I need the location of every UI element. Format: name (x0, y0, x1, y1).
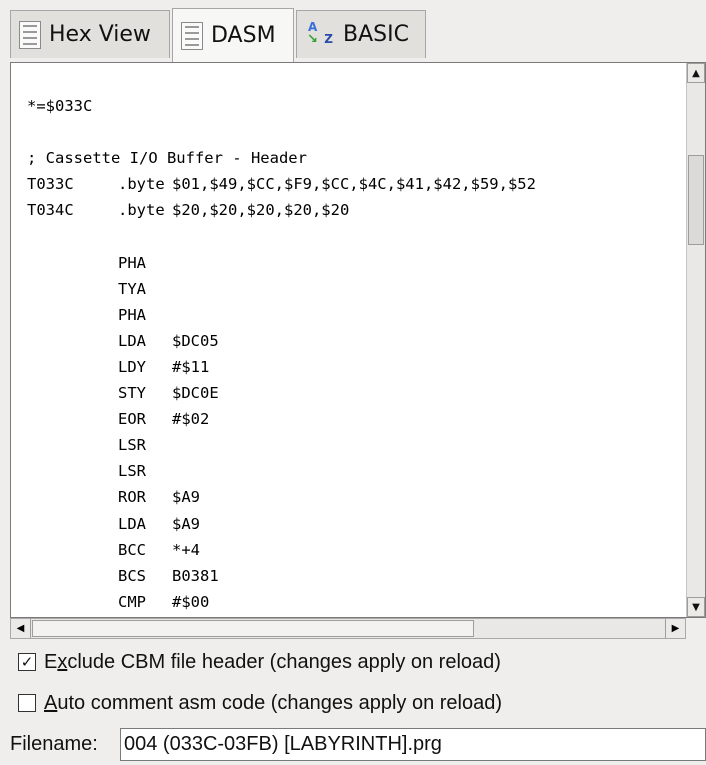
horizontal-scrollbar[interactable]: ◀ ▶ (10, 618, 686, 639)
code-instruction-line: STY $DC0E (27, 380, 687, 406)
code-operand: $DC05 (172, 331, 219, 350)
code-operand: $DC0E (172, 384, 219, 403)
code-instruction-line: PHA (27, 250, 687, 276)
code-mnemonic: CMP (118, 592, 146, 611)
auto-comment-label: Auto comment asm code (changes apply on … (44, 691, 503, 714)
code-mnemonic: LDA (118, 514, 146, 533)
scroll-up-button[interactable]: ▲ (687, 63, 705, 83)
scroll-right-button[interactable]: ▶ (665, 619, 685, 638)
code-instruction-line: LDA $A9 (27, 511, 687, 537)
horizontal-scroll-thumb[interactable] (32, 620, 474, 637)
auto-comment-checkbox-row[interactable]: Auto comment asm code (changes apply on … (18, 688, 502, 718)
code-instruction-line: BCC *+4 (27, 537, 687, 563)
exclude-header-checkbox[interactable]: ✓ (18, 653, 36, 671)
code-mnemonic: LDY (118, 357, 146, 376)
code-operand: #$02 (172, 410, 210, 429)
exclude-header-checkbox-row[interactable]: ✓ Exclude CBM file header (changes apply… (18, 647, 501, 677)
code-mnemonic: BCS (118, 566, 146, 585)
code-instruction-line: LDA $DC05 (27, 328, 687, 354)
code-operand: $A9 (172, 514, 200, 533)
code-label: T034C (27, 201, 74, 220)
code-mnemonic: BCC (118, 540, 146, 559)
code-comment-line: ; Cassette I/O Buffer - Header (27, 149, 307, 168)
code-instruction-line: CMP #$00 (27, 589, 687, 615)
tab-hex-view[interactable]: Hex View (10, 10, 170, 58)
code-instruction-line: EOR #$02 (27, 406, 687, 432)
code-data-line: T033C .byte $01,$49,$CC,$F9,$CC,$4C,$41,… (27, 171, 687, 197)
code-mnemonic: EOR (118, 410, 146, 429)
tab-basic[interactable]: A ↘ Z BASIC (296, 10, 426, 58)
document-icon (181, 21, 203, 50)
code-instruction-line: LDY #$11 (27, 354, 687, 380)
tab-label: Hex View (49, 22, 151, 47)
code-operand: $01,$49,$CC,$F9,$CC,$4C,$41,$42,$59,$52 (172, 175, 536, 194)
code-operand: *+4 (172, 540, 200, 559)
code-instruction-line: PHA (27, 302, 687, 328)
code-operand: $20,$20,$20,$20,$20 (172, 201, 350, 220)
code-mnemonic: PHA (118, 253, 146, 272)
tab-label: DASM (211, 23, 276, 48)
filename-field[interactable]: 004 (033C-03FB) [LABYRINTH].prg (120, 728, 706, 761)
auto-comment-checkbox[interactable] (18, 694, 36, 712)
code-label: T033C (27, 175, 74, 194)
code-mnemonic: LSR (118, 436, 146, 455)
dasm-window: Hex View DASM A ↘ Z BASIC *=$033C ; Casset… (0, 0, 706, 765)
tab-bar: Hex View DASM A ↘ Z BASIC (0, 0, 706, 62)
code-mnemonic: TYA (118, 279, 146, 298)
code-operand: B0381 (172, 566, 219, 585)
code-operand: $A9 (172, 488, 200, 507)
filename-row: Filename: 004 (033C-03FB) [LABYRINTH].pr… (10, 728, 706, 761)
code-instruction-line: ROR $A9 (27, 484, 687, 510)
code-mnemonic: STY (118, 384, 146, 403)
code-instruction-line: LSR (27, 432, 687, 458)
tab-dasm[interactable]: DASM (172, 8, 294, 62)
basic-az-icon: A ↘ Z (307, 19, 333, 47)
code-mnemonic: .byte (118, 175, 165, 194)
code-data-line: T034C .byte $20,$20,$20,$20,$20 (27, 197, 687, 223)
checkmark-icon: ✓ (20, 653, 34, 671)
disassembly-text-area[interactable]: *=$033C ; Cassette I/O Buffer - Header T… (10, 62, 706, 618)
code-mnemonic: .byte (118, 201, 165, 220)
code-mnemonic: LDA (118, 331, 146, 350)
code-mnemonic: ROR (118, 488, 146, 507)
vertical-scrollbar[interactable]: ▲ ▼ (686, 63, 705, 617)
scroll-left-button[interactable]: ◀ (11, 619, 31, 638)
code-operand: #$00 (172, 592, 210, 611)
arrow-up-icon: ▲ (692, 67, 700, 79)
code-mnemonic: LSR (118, 462, 146, 481)
document-icon (19, 20, 41, 49)
vertical-scroll-thumb[interactable] (688, 155, 704, 245)
code-instruction-line: BCS B0381 (27, 563, 687, 589)
disassembly-code: *=$033C ; Cassette I/O Buffer - Header T… (27, 93, 687, 617)
filename-label: Filename: (10, 733, 98, 755)
code-operand: #$11 (172, 357, 210, 376)
scroll-down-button[interactable]: ▼ (687, 597, 705, 617)
arrow-down-icon: ▼ (692, 601, 700, 613)
arrow-right-icon: ▶ (671, 623, 680, 634)
tab-label: BASIC (343, 22, 409, 47)
code-instruction-line: LSR (27, 458, 687, 484)
arrow-left-icon: ◀ (16, 623, 25, 634)
exclude-header-label: Exclude CBM file header (changes apply o… (44, 650, 501, 673)
code-instruction-line: TYA (27, 276, 687, 302)
code-mnemonic: PHA (118, 305, 146, 324)
code-origin-line: *=$033C (27, 97, 93, 115)
